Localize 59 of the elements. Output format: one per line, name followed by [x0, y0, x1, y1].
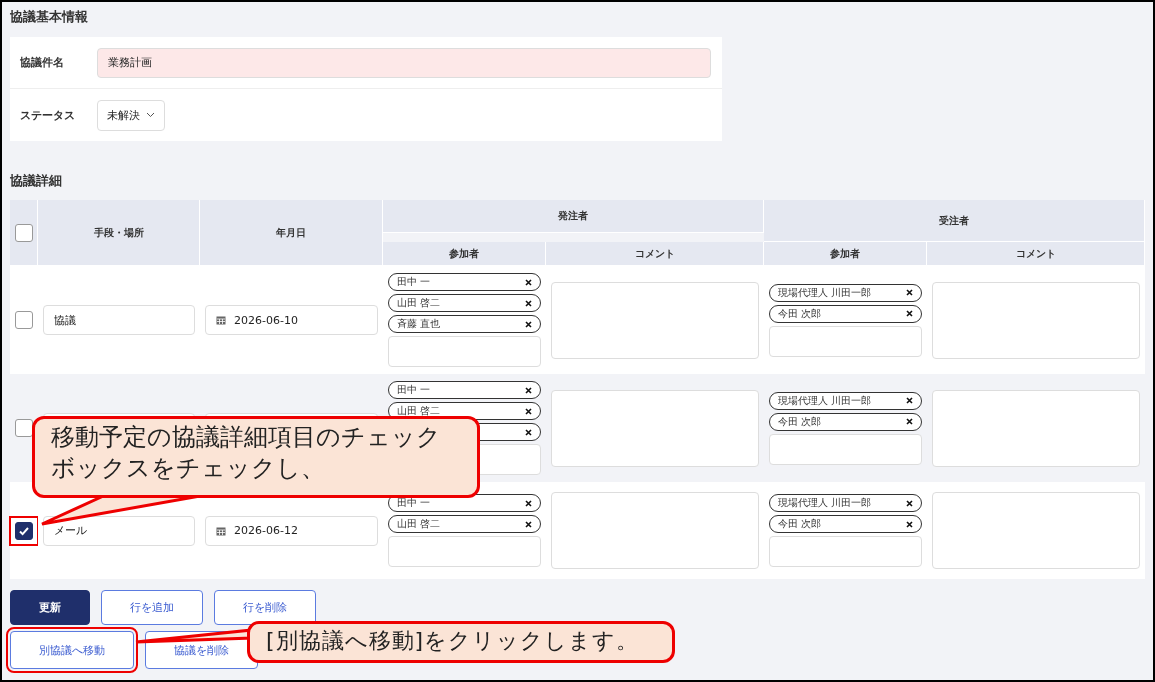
checkbox[interactable] — [15, 419, 33, 437]
column-header: 参加者 — [764, 242, 927, 266]
field-label: 協議件名 — [20, 55, 65, 70]
section-title: 協議基本情報 — [10, 8, 89, 26]
participant-chip[interactable]: 田中 一 — [388, 273, 541, 291]
close-icon[interactable] — [906, 418, 913, 425]
participant-input[interactable] — [769, 325, 922, 357]
column-header: 発注者 — [383, 200, 764, 233]
calendar-icon — [216, 525, 226, 536]
close-icon[interactable] — [525, 520, 532, 528]
method-field[interactable]: メール — [43, 515, 195, 546]
participant-chip[interactable]: 現場代理人 川田一郎 — [769, 391, 922, 410]
checkbox[interactable] — [14, 223, 33, 242]
participant-chip[interactable]: 現場代理人 川田一郎 — [769, 494, 922, 512]
close-icon[interactable] — [525, 499, 532, 507]
action-button[interactable]: 行を削除 — [214, 590, 316, 625]
close-icon[interactable] — [525, 320, 532, 328]
participant-input[interactable] — [388, 536, 541, 567]
close-icon[interactable] — [525, 278, 532, 286]
participant-input[interactable] — [769, 433, 922, 465]
column-header: 受注者 — [764, 200, 1145, 242]
participant-chip[interactable]: 山田 啓二 — [388, 515, 541, 533]
participant-input[interactable] — [769, 536, 922, 567]
close-icon[interactable] — [525, 428, 532, 436]
column-header: コメント — [927, 242, 1145, 266]
date-field[interactable]: 2026-06-10 — [205, 305, 378, 335]
participant-chip[interactable]: 今田 次郎 — [769, 515, 922, 533]
participant-chip[interactable]: 斉藤 直也 — [388, 315, 541, 333]
participant-chip[interactable]: 現場代理人 川田一郎 — [769, 283, 922, 302]
column-header: 手段・場所 — [38, 200, 200, 266]
action-button[interactable]: 行を追加 — [101, 590, 203, 625]
close-icon[interactable] — [906, 289, 913, 296]
date-field[interactable]: 2026-06-12 — [205, 515, 378, 546]
method-field[interactable]: 協議 — [43, 305, 195, 335]
checkbox[interactable] — [15, 521, 33, 540]
field-label: ステータス — [20, 107, 76, 123]
column-header: 参加者 — [383, 242, 546, 266]
column-header: 年月日 — [200, 200, 383, 266]
participant-chip[interactable]: 山田 啓二 — [388, 294, 541, 312]
status-select[interactable]: 未解決 — [97, 99, 165, 131]
close-icon[interactable] — [906, 520, 913, 528]
checkbox[interactable] — [15, 311, 33, 329]
action-button[interactable]: 更新 — [10, 590, 90, 625]
close-icon[interactable] — [906, 499, 913, 507]
title-field[interactable]: 業務計画 — [97, 47, 711, 78]
participant-chip[interactable]: 田中 一 — [388, 381, 541, 399]
participant-input[interactable] — [388, 336, 541, 367]
callout-tooltip: [別協議へ移動]をクリックします。 — [247, 621, 675, 663]
close-icon[interactable] — [525, 407, 532, 415]
chevron-down-icon — [146, 112, 155, 118]
section-title: 協議詳細 — [10, 172, 63, 190]
column-header: コメント — [546, 242, 764, 266]
participant-chip[interactable]: 今田 次郎 — [769, 412, 922, 431]
calendar-icon — [216, 315, 226, 325]
close-icon[interactable] — [525, 386, 532, 394]
participant-chip[interactable]: 今田 次郎 — [769, 304, 922, 323]
close-icon[interactable] — [906, 397, 913, 404]
close-icon[interactable] — [906, 310, 913, 317]
close-icon[interactable] — [525, 299, 532, 307]
